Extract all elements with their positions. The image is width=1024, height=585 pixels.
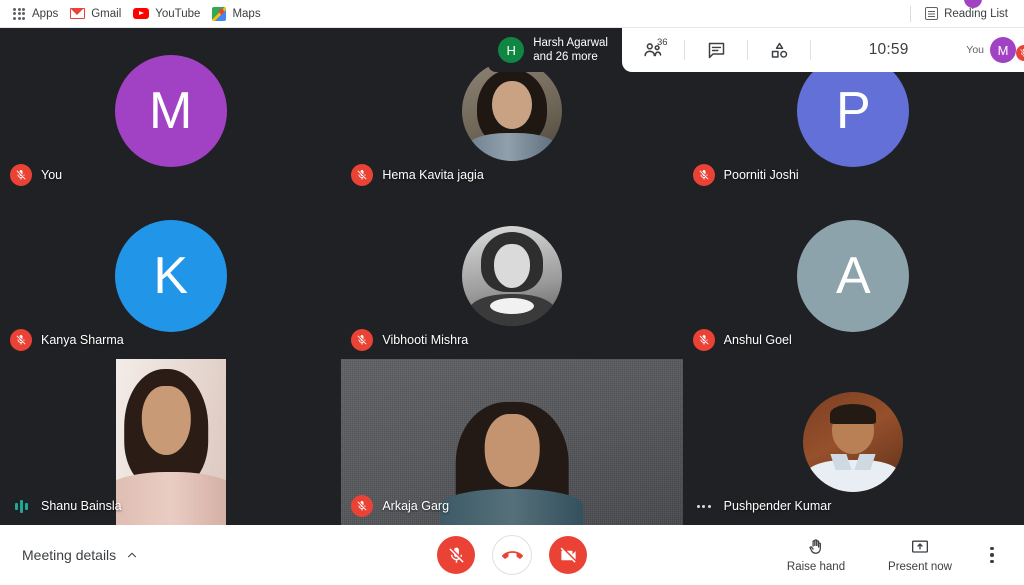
bookmark-gmail[interactable]: Gmail — [66, 6, 129, 22]
present-now-button[interactable]: Present now — [868, 527, 972, 583]
mic-off-icon — [351, 163, 374, 186]
bookmark-gmail-label: Gmail — [91, 7, 122, 20]
mic-off-icon — [692, 163, 715, 186]
tile-name-row: Kanya Sharma — [10, 329, 124, 352]
youtube-icon — [133, 8, 150, 19]
bookmark-apps[interactable]: Apps — [8, 5, 66, 23]
camera-off-icon — [560, 547, 576, 563]
speaker-more-count: and 26 more — [533, 51, 598, 63]
activities-button[interactable] — [748, 28, 810, 72]
chat-button[interactable] — [685, 28, 747, 72]
gmail-icon — [70, 8, 86, 19]
meeting-details-button[interactable]: Meeting details — [0, 547, 139, 563]
reading-list-icon — [925, 7, 939, 20]
mic-off-icon — [448, 547, 464, 563]
more-options-icon[interactable] — [693, 495, 715, 517]
people-count: 36 — [657, 37, 668, 48]
you-label: You — [966, 44, 984, 56]
people-button[interactable]: 36 — [622, 28, 684, 72]
tile-name-row: Anshul Goel — [692, 329, 792, 352]
bookmark-youtube[interactable]: YouTube — [129, 6, 208, 22]
chat-icon — [708, 42, 724, 58]
browser-bookmark-bar: Apps Gmail YouTube Maps Reading List — [0, 0, 1024, 28]
tile-name-row: Poorniti Joshi — [692, 163, 799, 186]
bookmark-maps-label: Maps — [232, 7, 261, 20]
meeting-stage: M You Hema Kavita jagia P Poorniti Joshi… — [0, 28, 1024, 525]
reading-list-button[interactable]: Reading List — [921, 5, 1016, 22]
participant-tile-arkaja-garg[interactable]: Arkaja Garg — [341, 359, 683, 525]
participant-name: Shanu Bainsla — [41, 499, 122, 513]
raise-hand-icon — [809, 539, 821, 554]
maps-icon — [212, 6, 227, 21]
toggle-mic-button[interactable] — [437, 536, 475, 574]
you-indicator[interactable]: You M — [966, 37, 1024, 63]
participant-tile-vibhooti-mishra[interactable]: Vibhooti Mishra — [341, 193, 683, 360]
speaking-waveform-icon — [10, 495, 32, 517]
participant-tile-shanu-bainsla[interactable]: Shanu Bainsla — [0, 359, 342, 525]
speaker-avatar: H — [498, 37, 525, 63]
participant-tile-kanya-sharma[interactable]: K Kanya Sharma — [0, 193, 342, 360]
avatar-initial: K — [114, 220, 227, 333]
avatar-initial: A — [797, 220, 910, 333]
present-now-label: Present now — [888, 561, 952, 573]
tile-name-row: Shanu Bainsla — [10, 495, 122, 517]
mic-off-icon — [10, 163, 32, 186]
primary-call-controls — [437, 535, 587, 575]
apps-grid-icon — [12, 7, 26, 21]
participant-photo — [461, 226, 562, 327]
bookmark-divider — [910, 5, 912, 22]
participant-photo — [461, 60, 562, 161]
tile-name-row: You — [10, 163, 63, 186]
participant-photo — [803, 392, 904, 493]
mic-off-icon — [10, 329, 32, 352]
activities-icon — [771, 42, 787, 58]
active-speaker-chip: H Harsh Agarwal and 26 more — [488, 28, 622, 72]
speaker-text: Harsh Agarwal and 26 more — [533, 36, 608, 64]
tile-name-row: Vibhooti Mishra — [351, 329, 469, 352]
participant-name: You — [41, 167, 63, 182]
participant-name: Kanya Sharma — [41, 333, 124, 348]
raise-hand-button[interactable]: Raise hand — [764, 527, 868, 583]
secondary-call-controls: Raise hand Present now — [764, 527, 1024, 583]
mic-off-icon — [1016, 45, 1024, 61]
raise-hand-label: Raise hand — [786, 561, 846, 573]
bookmark-apps-label: Apps — [32, 7, 59, 20]
you-avatar: M — [990, 37, 1016, 63]
participant-name: Vibhooti Mishra — [382, 333, 469, 348]
participant-video-feed — [115, 359, 226, 525]
end-call-icon — [501, 550, 523, 559]
meeting-control-bar: Meeting details Raise hand Present now — [0, 525, 1024, 585]
meeting-top-bar: 36 10:59 You M — [622, 28, 1024, 72]
participant-name: Anshul Goel — [723, 333, 792, 348]
reading-list-label: Reading List — [944, 7, 1008, 20]
end-call-button[interactable] — [492, 535, 532, 575]
mic-off-icon — [351, 329, 374, 352]
participant-name: Poorniti Joshi — [723, 167, 799, 182]
bookmark-bar-right: Reading List — [900, 5, 1016, 22]
participant-name: Pushpender Kumar — [723, 499, 832, 513]
tile-name-row: Hema Kavita jagia — [351, 163, 484, 186]
chevron-up-icon — [128, 552, 137, 558]
meeting-details-label: Meeting details — [22, 547, 117, 563]
speaker-name: Harsh Agarwal — [533, 36, 608, 49]
participant-name: Arkaja Garg — [382, 499, 450, 513]
more-vertical-icon — [990, 546, 994, 551]
bookmark-youtube-label: YouTube — [155, 7, 201, 20]
tile-name-row: Arkaja Garg — [351, 495, 449, 517]
tile-name-row: Pushpender Kumar — [693, 495, 832, 517]
meeting-time: 10:59 — [868, 41, 909, 58]
mic-off-icon — [692, 329, 715, 352]
more-options-button[interactable] — [972, 527, 1012, 583]
mic-off-icon — [351, 495, 374, 517]
participant-tile-anshul-goel[interactable]: A Anshul Goel — [682, 193, 1024, 360]
avatar-initial: M — [114, 54, 227, 167]
participant-tile-you[interactable]: M You — [0, 28, 342, 194]
participant-name: Hema Kavita jagia — [382, 167, 484, 182]
participant-tile-pushpender-kumar[interactable]: Pushpender Kumar — [682, 359, 1024, 525]
toggle-camera-button[interactable] — [549, 536, 587, 574]
present-screen-icon — [912, 540, 929, 553]
bookmark-maps[interactable]: Maps — [208, 5, 268, 23]
participant-grid: M You Hema Kavita jagia P Poorniti Joshi… — [0, 28, 1024, 525]
